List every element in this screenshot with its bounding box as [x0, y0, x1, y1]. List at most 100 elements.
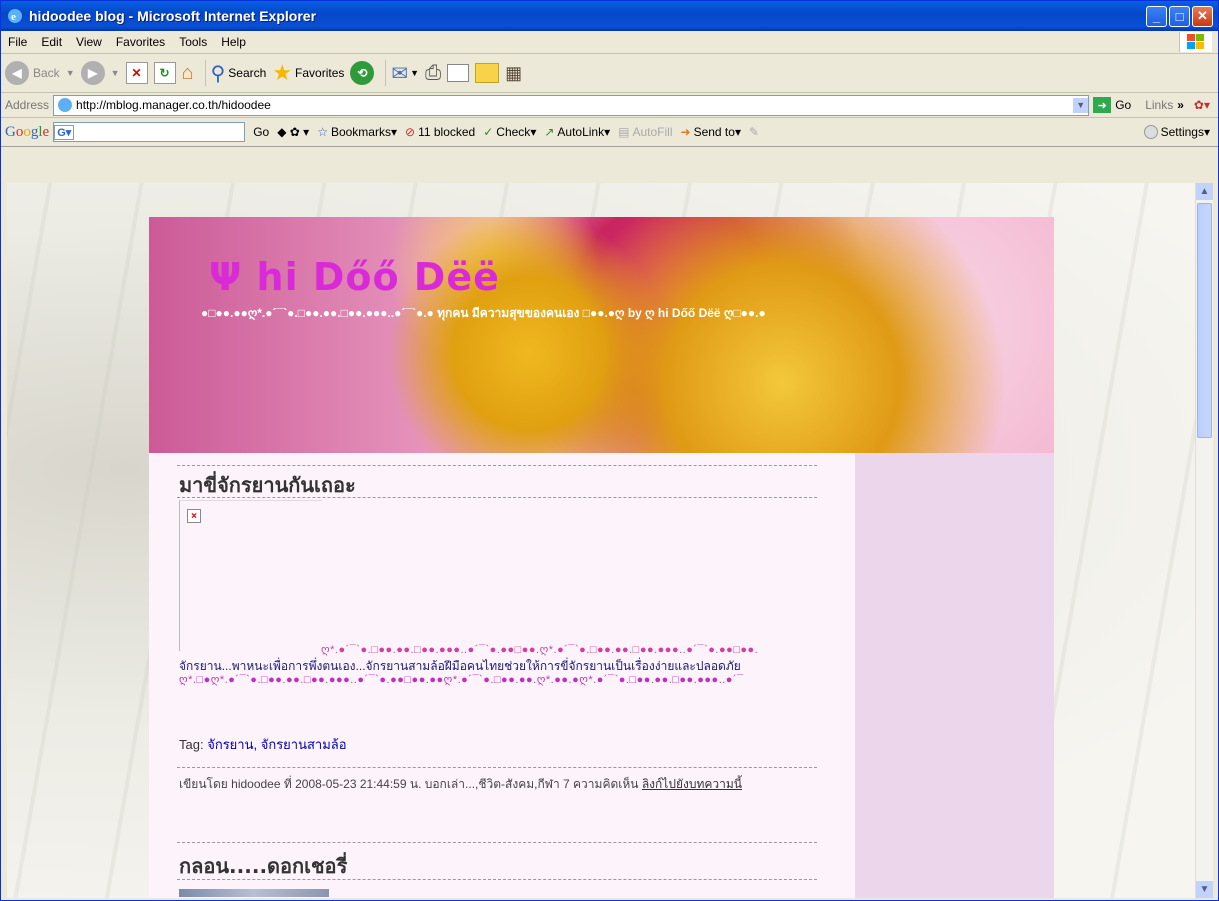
- search-label: Search: [228, 66, 267, 80]
- stop-button[interactable]: ✕: [125, 62, 148, 84]
- settings-button[interactable]: Settings ▾: [1143, 125, 1210, 139]
- popup-blocker-button[interactable]: ⊘ 11 blocked: [405, 125, 475, 139]
- menu-help[interactable]: Help: [214, 35, 253, 49]
- autolink-button[interactable]: ↗ AutoLink ▾: [544, 125, 610, 139]
- address-dropdown-icon[interactable]: ▼: [1073, 97, 1089, 113]
- menu-file[interactable]: File: [1, 35, 34, 49]
- mail-icon: ✉: [391, 62, 409, 85]
- folder-button[interactable]: [475, 63, 500, 83]
- search-button[interactable]: ⚲ Search: [211, 61, 267, 86]
- menu-tools[interactable]: Tools: [172, 35, 214, 49]
- google-search-input[interactable]: G▾: [53, 122, 246, 142]
- blog-subtitle: ●□●●.●●ღ*.●´¯`●.□●●.●●.□●●.●●●..●´¯`●.● …: [201, 306, 766, 320]
- autofill-button[interactable]: ▤ AutoFill: [618, 125, 672, 139]
- search-icon: ⚲: [210, 62, 226, 85]
- chevron-down-icon: ▼: [65, 68, 75, 78]
- autolink-label: AutoLink: [557, 125, 605, 139]
- close-button[interactable]: ✕: [1192, 5, 1213, 27]
- forward-button[interactable]: ▶ ▼: [80, 61, 120, 85]
- history-button[interactable]: ⟲: [350, 61, 375, 85]
- chevron-right-icon[interactable]: »: [1177, 98, 1184, 112]
- scroll-thumb[interactable]: [1197, 203, 1212, 438]
- chevron-down-icon: ▼: [410, 68, 420, 78]
- broken-image-icon: ×: [187, 509, 201, 523]
- back-label: Back: [33, 66, 60, 80]
- autolink-icon: ↗: [544, 125, 555, 139]
- print-icon: ⎙: [425, 61, 442, 84]
- bookmarks-button[interactable]: ☆ Bookmarks ▾: [317, 125, 397, 139]
- edit-button[interactable]: [447, 64, 470, 82]
- post-title[interactable]: กลอน.....ดอกเชอรี่: [179, 850, 347, 882]
- bookmark-star-icon: ☆: [317, 125, 328, 139]
- menu-view[interactable]: View: [69, 35, 109, 49]
- google-toolbar: Google G▾ Go ◆ ✿ ▾ ☆ Bookmarks ▾ ⊘ 11 block…: [1, 118, 1218, 147]
- refresh-icon: ↻: [153, 62, 176, 84]
- address-url: http://mblog.manager.co.th/hidoodee: [76, 98, 271, 112]
- divider: [177, 767, 817, 768]
- toolbar-separator: [385, 60, 387, 86]
- star-icon: ★: [272, 60, 293, 85]
- minimize-button[interactable]: _: [1146, 5, 1167, 27]
- toolbar-separator: [204, 60, 206, 86]
- print-button[interactable]: ⎙: [425, 62, 441, 85]
- highlight-icon[interactable]: ✎: [749, 125, 759, 139]
- spellcheck-icon: ✓: [483, 125, 494, 139]
- menu-favorites[interactable]: Favorites: [109, 35, 172, 49]
- address-bar: Address http://mblog.manager.co.th/hidoo…: [1, 93, 1218, 118]
- home-button[interactable]: ⌂: [182, 62, 194, 85]
- block-icon: ⊘: [405, 125, 416, 139]
- menu-edit[interactable]: Edit: [34, 35, 69, 49]
- google-options-icon[interactable]: ◆ ✿ ▾: [277, 125, 309, 139]
- post-image: [179, 889, 329, 897]
- research-icon: ▦: [505, 62, 523, 83]
- page-icon: [58, 98, 73, 112]
- home-icon: ⌂: [181, 61, 194, 84]
- google-logo: Google: [5, 123, 50, 140]
- blog-title[interactable]: Ψ hi Dőő Dëë: [209, 255, 500, 299]
- go-arrow-icon[interactable]: ➜: [1093, 97, 1112, 113]
- sidebar: [855, 453, 1054, 898]
- go-button[interactable]: Go: [1115, 98, 1131, 112]
- research-button[interactable]: ▦: [505, 63, 522, 84]
- edit-page-icon: [447, 64, 470, 82]
- toolbar-extra-icon[interactable]: ✿▾: [1194, 98, 1210, 112]
- blog-header-banner: Ψ hi Dőő Dëë ●□●●.●●ღ*.●´¯`●.□●●.●●.□●●.…: [149, 217, 1054, 453]
- address-input[interactable]: http://mblog.manager.co.th/hidoodee ▼: [53, 94, 1090, 116]
- send-to-label: Send to: [693, 125, 735, 139]
- divider: [177, 879, 817, 880]
- back-arrow-icon: ◀: [5, 61, 29, 85]
- title-bar[interactable]: e hidoodee blog - Microsoft Internet Exp…: [1, 1, 1218, 31]
- check-label: Check: [496, 125, 531, 139]
- folder-icon: [475, 63, 500, 83]
- decorative-line: ღ*.□●ღ*.●´¯`●.□●●.●●.□●●.●●●..●´¯`●.●●□●…: [179, 674, 744, 686]
- chevron-down-icon: ▼: [110, 68, 120, 78]
- divider: [177, 497, 817, 498]
- permalink[interactable]: ลิงก์ไปยังบทความนี้: [642, 777, 742, 791]
- tag-links[interactable]: จักรยาน, จักรยานสามล้อ: [207, 737, 346, 752]
- scroll-up-icon[interactable]: ▲: [1196, 183, 1213, 200]
- settings-icon: [1143, 125, 1158, 139]
- maximize-button[interactable]: □: [1169, 5, 1190, 27]
- blocked-label: 11 blocked: [418, 125, 476, 139]
- google-go-button[interactable]: Go: [253, 125, 269, 139]
- refresh-button[interactable]: ↻: [153, 62, 176, 84]
- mail-button[interactable]: ✉ ▼: [391, 61, 419, 86]
- history-icon: ⟲: [350, 61, 375, 85]
- post-tags: Tag: จักรยาน, จักรยานสามล้อ: [179, 734, 347, 755]
- tag-label: Tag:: [179, 737, 204, 752]
- svg-text:e: e: [11, 11, 16, 23]
- page-viewport[interactable]: Ψ hi Dőő Dëë ●□●●.●●ღ*.●´¯`●.□●●.●●.□●●.…: [7, 183, 1195, 898]
- ie-icon: e: [8, 9, 22, 23]
- menu-bar: File Edit View Favorites Tools Help: [1, 31, 1218, 54]
- spellcheck-button[interactable]: ✓ Check ▾: [483, 125, 536, 139]
- forward-arrow-icon: ▶: [80, 61, 105, 85]
- vertical-scrollbar[interactable]: ▲ ▼: [1195, 183, 1213, 898]
- post-meta: เขียนโดย hidoodee ที่ 2008-05-23 21:44:5…: [179, 777, 819, 792]
- back-button[interactable]: ◀ Back ▼: [5, 61, 75, 85]
- scroll-down-icon[interactable]: ▼: [1196, 881, 1213, 898]
- links-button[interactable]: Links: [1145, 98, 1173, 112]
- address-label: Address: [5, 98, 50, 112]
- send-to-button[interactable]: ➜ Send to ▾: [681, 125, 741, 139]
- blog-page: Ψ hi Dőő Dëë ●□●●.●●ღ*.●´¯`●.□●●.●●.□●●.…: [149, 217, 1054, 898]
- favorites-button[interactable]: ★ Favorites: [272, 60, 344, 86]
